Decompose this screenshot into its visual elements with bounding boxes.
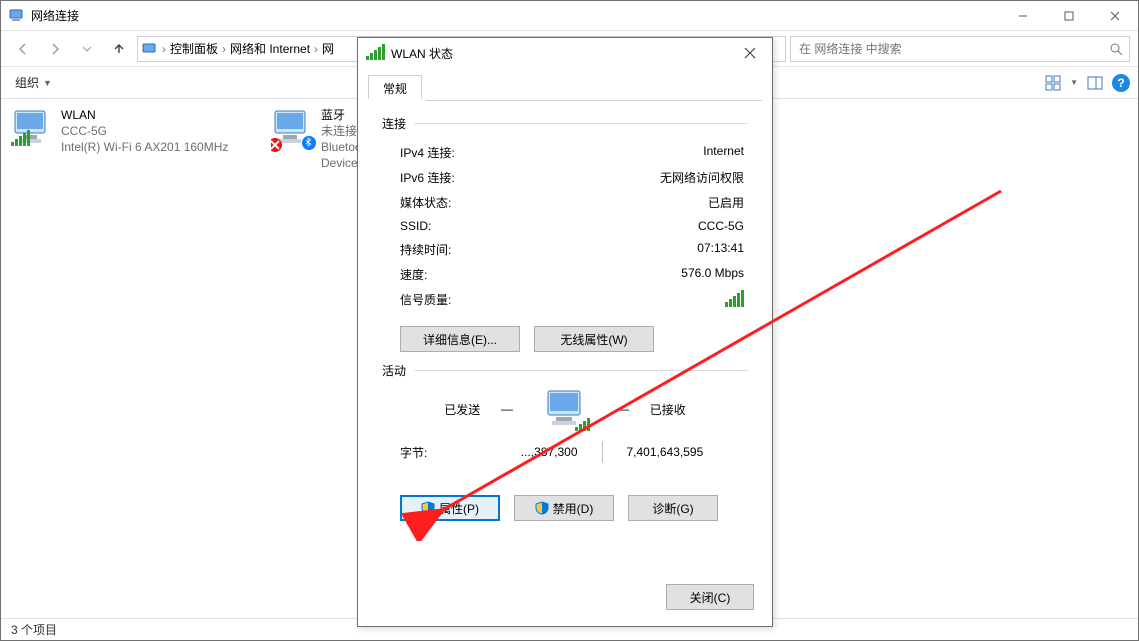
- duration-value: 07:13:41: [697, 241, 744, 258]
- breadcrumb-network-internet[interactable]: 网络和 Internet: [230, 40, 310, 57]
- explorer-window: 网络连接 › 控制面板 › 网络和 Internet › 网 组织 ▼: [0, 0, 1139, 641]
- adapter-text: WLAN CCC-5G Intel(R) Wi-Fi 6 AX201 160MH…: [61, 107, 228, 155]
- adapter-wlan[interactable]: WLAN CCC-5G Intel(R) Wi-Fi 6 AX201 160MH…: [11, 107, 251, 155]
- speed-label: 速度:: [400, 266, 427, 283]
- speed-value: 576.0 Mbps: [681, 266, 744, 283]
- view-options-button[interactable]: [1042, 72, 1064, 94]
- connection-group: 连接 IPv4 连接: Internet IPv6 连接: 无网络访问权限 媒体状态…: [382, 115, 748, 356]
- signal-bars-icon: [11, 130, 30, 149]
- network-adapter-icon: [11, 107, 55, 149]
- organize-button[interactable]: 组织 ▼: [9, 71, 58, 94]
- organize-label: 组织: [15, 74, 39, 91]
- close-button[interactable]: [1092, 1, 1138, 31]
- media-state-value: 已启用: [708, 194, 744, 211]
- disable-button[interactable]: 禁用(D): [514, 495, 614, 521]
- bytes-received-value: 7,401,643,595: [615, 445, 745, 459]
- window-title: 网络连接: [31, 7, 79, 24]
- back-button[interactable]: [9, 35, 37, 63]
- adapter-device: Bluetooth Device: [321, 139, 361, 171]
- adapter-ssid: CCC-5G: [61, 123, 228, 139]
- ipv4-label: IPv4 连接:: [400, 144, 455, 161]
- dialog-close-button[interactable]: [736, 39, 764, 67]
- adapter-text: 蓝牙 未连接 Bluetooth Device: [321, 107, 361, 171]
- ssid-label: SSID:: [400, 219, 431, 233]
- group-connection-label: 连接: [382, 115, 406, 132]
- diagnose-button[interactable]: 诊断(G): [628, 495, 718, 521]
- dialog-close-ok-button[interactable]: 关闭(C): [666, 584, 754, 610]
- adapter-status: 未连接: [321, 123, 361, 139]
- ipv6-value: 无网络访问权限: [660, 169, 744, 186]
- ipv6-label: IPv6 连接:: [400, 169, 455, 186]
- breadcrumb-leaf[interactable]: 网: [322, 40, 334, 57]
- wireless-properties-button[interactable]: 无线属性(W): [534, 326, 654, 352]
- signal-bars-icon: [366, 44, 385, 63]
- title-bar: 网络连接: [1, 1, 1138, 31]
- duration-label: 持续时间:: [400, 241, 451, 258]
- dialog-body: 连接 IPv4 连接: Internet IPv6 连接: 无网络访问权限 媒体状态…: [358, 101, 772, 572]
- folder-icon: [142, 41, 158, 57]
- shield-icon: [421, 501, 435, 515]
- network-adapter-icon: [271, 107, 315, 149]
- details-button[interactable]: 详细信息(E)...: [400, 326, 520, 352]
- group-activity-label: 活动: [382, 362, 406, 379]
- chevron-down-icon[interactable]: ▼: [1070, 78, 1078, 87]
- signal-quality-label: 信号质量:: [400, 291, 451, 310]
- help-button[interactable]: ?: [1112, 74, 1130, 92]
- chevron-right-icon[interactable]: ›: [314, 42, 318, 56]
- dialog-footer: 关闭(C): [358, 572, 772, 626]
- sent-label: 已发送: [382, 401, 480, 418]
- adapter-name: WLAN: [61, 107, 228, 123]
- media-state-label: 媒体状态:: [400, 194, 451, 211]
- chevron-right-icon[interactable]: ›: [162, 42, 166, 56]
- adapter-bluetooth[interactable]: 蓝牙 未连接 Bluetooth Device: [271, 107, 361, 171]
- breadcrumb-root[interactable]: 控制面板: [170, 40, 218, 57]
- adapter-name: 蓝牙: [321, 107, 361, 123]
- received-label: 已接收: [650, 401, 748, 418]
- shield-icon: [535, 501, 549, 515]
- search-icon[interactable]: [1109, 42, 1123, 56]
- dialog-title: WLAN 状态: [391, 45, 453, 62]
- properties-button[interactable]: 属性(P): [400, 495, 500, 521]
- wlan-status-dialog: WLAN 状态 常规 连接 IPv4 连接: Internet IPv6 连接: 无…: [357, 37, 773, 627]
- signal-quality-icon: [725, 291, 744, 310]
- activity-icon: [534, 387, 597, 431]
- error-overlay-icon: [271, 137, 283, 153]
- forward-button[interactable]: [41, 35, 69, 63]
- app-icon: [9, 8, 25, 24]
- adapter-device: Intel(R) Wi-Fi 6 AX201 160MHz: [61, 139, 228, 155]
- ssid-value: CCC-5G: [698, 219, 744, 233]
- dialog-tabs: 常规: [358, 68, 772, 100]
- activity-group: 活动 已发送 — — 已接收 字节: ...,387,300 7,401,643…: [382, 362, 748, 525]
- search-input[interactable]: [797, 41, 1109, 57]
- ipv4-value: Internet: [703, 144, 744, 161]
- tab-general[interactable]: 常规: [368, 75, 422, 101]
- dialog-title-bar: WLAN 状态: [358, 38, 772, 68]
- up-button[interactable]: [105, 35, 133, 63]
- bluetooth-overlay-icon: [301, 135, 317, 151]
- item-count: 3 个项目: [11, 621, 57, 638]
- bytes-sent-value: ...,387,300: [460, 445, 590, 459]
- preview-pane-button[interactable]: [1084, 72, 1106, 94]
- chevron-down-icon: ▼: [43, 78, 52, 88]
- minimize-button[interactable]: [1000, 1, 1046, 31]
- search-box[interactable]: [790, 36, 1130, 62]
- bytes-label: 字节:: [400, 444, 460, 461]
- maximize-button[interactable]: [1046, 1, 1092, 31]
- chevron-right-icon[interactable]: ›: [222, 42, 226, 56]
- recent-locations-button[interactable]: [73, 35, 101, 63]
